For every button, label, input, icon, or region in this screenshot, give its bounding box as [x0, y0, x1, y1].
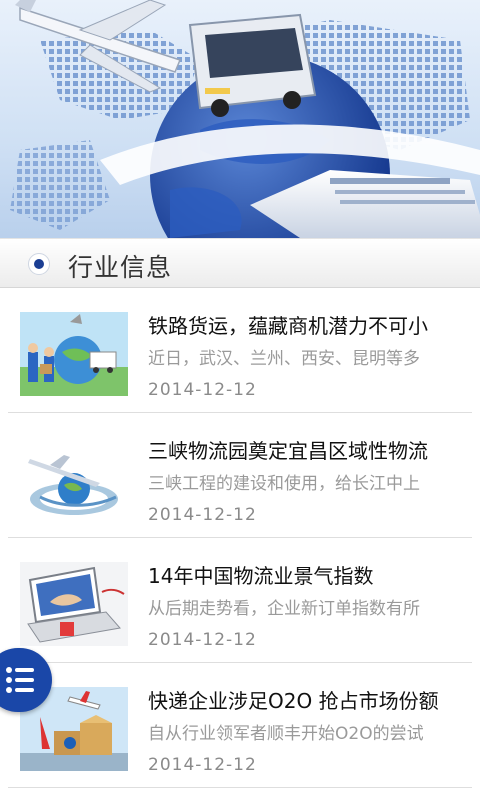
- news-title: 铁路货运，蕴藏商机潜力不可小: [148, 314, 428, 338]
- news-thumbnail: [20, 437, 128, 521]
- news-title: 快递企业涉足O2O 抢占市场份额: [148, 689, 439, 713]
- section-header: 行业信息: [0, 238, 480, 288]
- banner-image: [10, 0, 480, 238]
- news-item[interactable]: 三峡物流园奠定宜昌区域性物流 三峡工程的建设和使用，给长江中上 2014-12-…: [8, 413, 472, 538]
- list-menu-icon: [6, 667, 34, 693]
- news-summary: 从后期走势看，企业新订单指数有所: [148, 599, 420, 619]
- news-date: 2014-12-12: [148, 630, 257, 650]
- news-thumbnail: [20, 312, 128, 396]
- news-item[interactable]: 14年中国物流业景气指数 从后期走势看，企业新订单指数有所 2014-12-12: [8, 538, 472, 663]
- news-title: 14年中国物流业景气指数: [148, 564, 374, 588]
- news-title: 三峡物流园奠定宜昌区域性物流: [148, 439, 428, 463]
- news-date: 2014-12-12: [148, 755, 257, 775]
- news-list: 铁路货运，蕴藏商机潜力不可小 近日，武汉、兰州、西安、昆明等多 2014-12-…: [0, 288, 480, 788]
- news-summary: 自从行业领军者顺丰开始O2O的尝试: [148, 724, 424, 744]
- news-summary: 近日，武汉、兰州、西安、昆明等多: [148, 349, 420, 369]
- transport-banner[interactable]: [0, 0, 480, 238]
- news-summary: 三峡工程的建设和使用，给长江中上: [148, 474, 420, 494]
- news-item[interactable]: 铁路货运，蕴藏商机潜力不可小 近日，武汉、兰州、西安、昆明等多 2014-12-…: [8, 288, 472, 413]
- news-date: 2014-12-12: [148, 380, 257, 400]
- section-title: 行业信息: [68, 253, 173, 282]
- news-date: 2014-12-12: [148, 505, 257, 525]
- news-thumbnail: [20, 562, 128, 646]
- radio-dot-icon: [28, 253, 50, 275]
- news-item[interactable]: 快递企业涉足O2O 抢占市场份额 自从行业领军者顺丰开始O2O的尝试 2014-…: [8, 663, 472, 788]
